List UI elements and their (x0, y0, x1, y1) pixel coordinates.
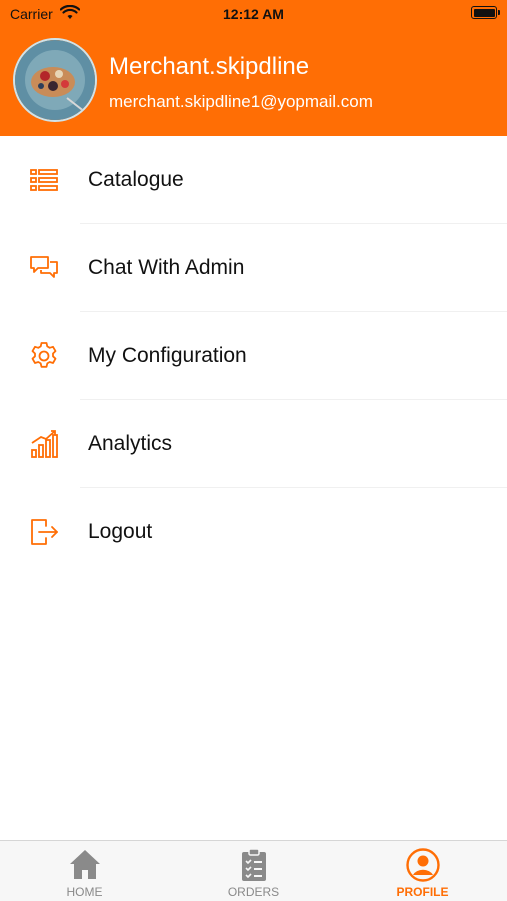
gear-icon (31, 342, 57, 368)
list-icon (30, 169, 58, 191)
chat-icon (30, 256, 58, 278)
tab-orders[interactable]: ORDERS (169, 841, 338, 901)
avatar[interactable] (13, 38, 97, 122)
tab-profile[interactable]: PROFILE (338, 841, 507, 901)
menu-item-label: Analytics (88, 432, 173, 455)
logout-icon (31, 519, 58, 545)
tab-label: HOME (66, 885, 103, 899)
profile-menu: Catalogue Chat With Admin My Configurati… (0, 136, 507, 576)
menu-item-label: Chat With Admin (88, 256, 245, 279)
avatar-image (15, 40, 95, 120)
menu-item-label: Catalogue (88, 168, 184, 191)
analytics-icon (31, 430, 58, 458)
clock: 12:12 AM (223, 6, 284, 22)
menu-item-chat-with-admin[interactable]: Chat With Admin (0, 224, 507, 312)
menu-item-label: My Configuration (88, 344, 247, 367)
battery-icon (471, 6, 500, 19)
tab-label: PROFILE (396, 885, 449, 899)
status-bar: Carrier 12:12 AM (0, 0, 507, 28)
menu-item-catalogue[interactable]: Catalogue (0, 136, 507, 224)
home-icon (69, 850, 100, 879)
clipboard-icon (241, 848, 266, 881)
profile-header: Carrier 12:12 AM Merchant.skipdline merc… (0, 0, 507, 136)
tab-label: ORDERS (227, 885, 280, 899)
menu-item-logout[interactable]: Logout (0, 488, 507, 576)
menu-item-label: Logout (88, 520, 153, 543)
profile-name: Merchant.skipdline (109, 53, 310, 80)
menu-item-my-configuration[interactable]: My Configuration (0, 312, 507, 400)
user-icon (405, 848, 440, 882)
tab-home[interactable]: HOME (0, 841, 169, 901)
menu-item-analytics[interactable]: Analytics (0, 400, 507, 488)
profile-email: merchant.skipdline1@yopmail.com (109, 92, 373, 111)
tab-bar: HOME ORDERS PROFILE (0, 840, 507, 901)
